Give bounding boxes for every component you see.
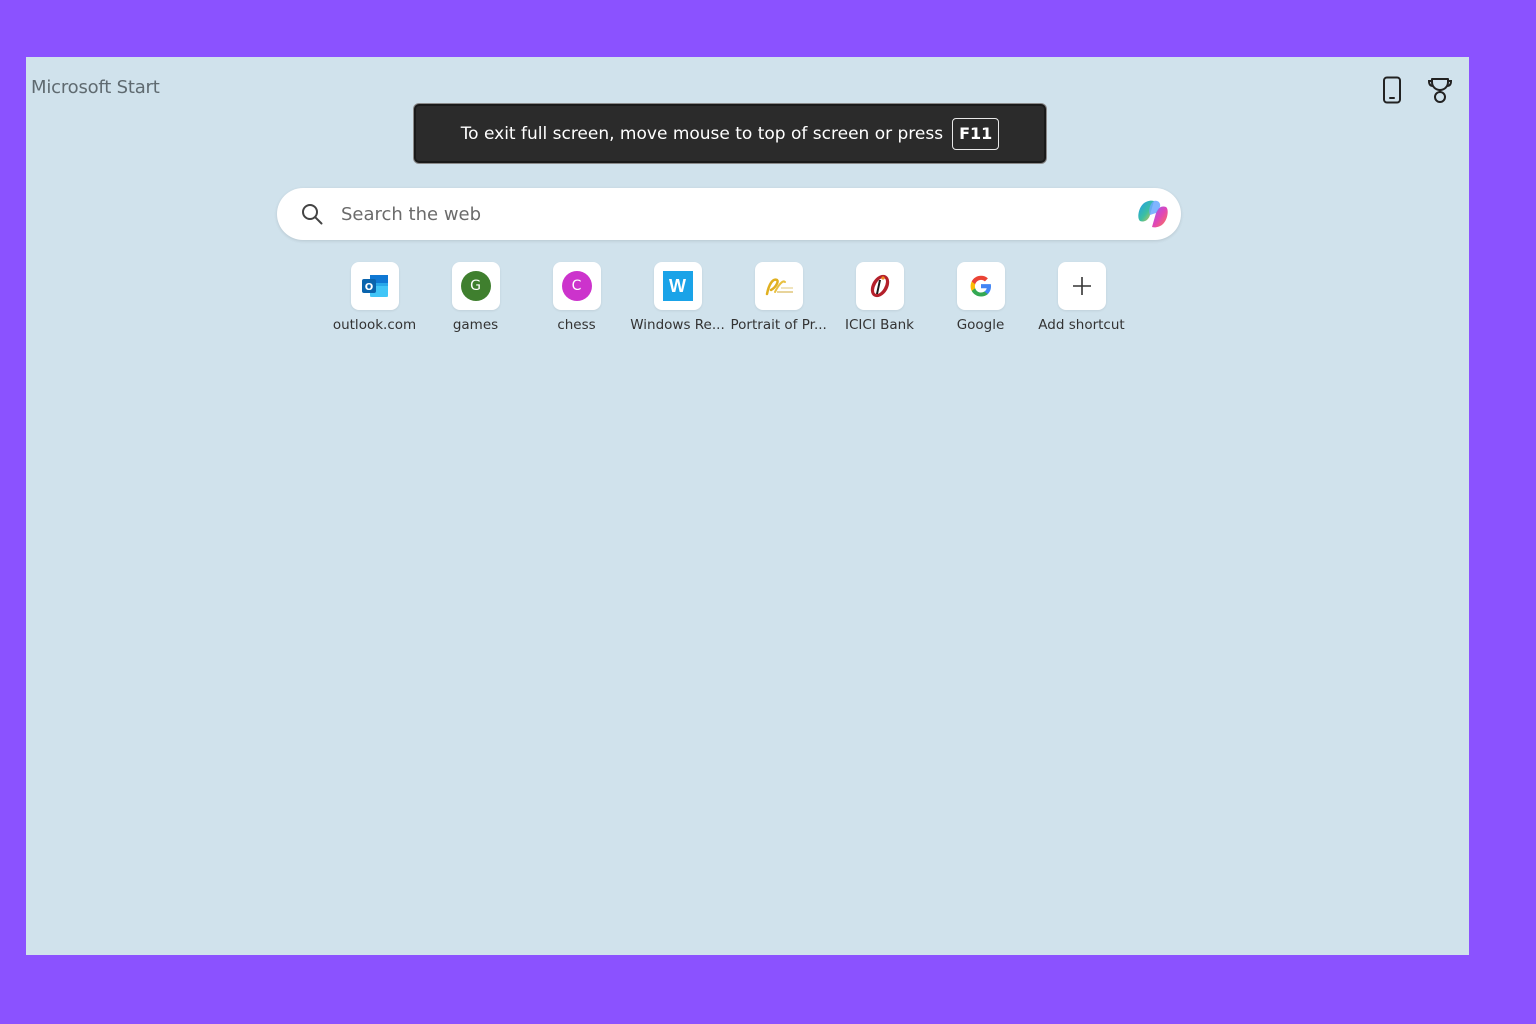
shortcut-google[interactable]: Google xyxy=(930,262,1031,333)
letter-g-icon: G xyxy=(460,271,491,301)
shortcut-label: Add shortcut xyxy=(1038,317,1125,333)
trophy-icon[interactable] xyxy=(1425,75,1455,105)
outlook-icon: O xyxy=(350,262,399,310)
top-right-icons xyxy=(1377,75,1455,105)
icici-bank-icon xyxy=(870,274,889,298)
shortcut-label: Windows Re... xyxy=(630,317,725,333)
letter-c-icon: C xyxy=(561,271,592,301)
shortcut-outlook[interactable]: O outlook.com xyxy=(324,262,425,333)
shortcut-label: Google xyxy=(956,317,1005,333)
search-input[interactable] xyxy=(339,202,1133,226)
brand-title[interactable]: Microsoft Start xyxy=(31,77,160,98)
shortcut-label: ICICI Bank xyxy=(845,317,914,333)
toast-message: To exit full screen, move mouse to top o… xyxy=(460,123,944,144)
plus-icon xyxy=(1072,277,1091,295)
google-icon xyxy=(970,275,991,297)
shortcut-label: chess xyxy=(557,317,596,333)
shortcut-label: Portrait of Pr... xyxy=(730,317,827,333)
shortcut-chess[interactable]: C chess xyxy=(526,262,627,333)
shortcut-windows-report[interactable]: W Windows Re... xyxy=(627,262,728,333)
copilot-icon[interactable] xyxy=(1133,194,1173,234)
shortcut-portrait[interactable]: Portrait of Pr... xyxy=(728,262,829,333)
shortcut-games[interactable]: G games xyxy=(425,262,526,333)
search-bar xyxy=(277,188,1181,240)
browser-new-tab-page: Microsoft Start To exit full screen, mov… xyxy=(26,57,1469,955)
shortcut-label: games xyxy=(452,317,499,333)
f11-key-badge: F11 xyxy=(952,117,1000,150)
shortcut-tiles: O outlook.com G games C chess W Windows … xyxy=(324,262,1132,333)
windows-report-icon: W xyxy=(662,271,693,301)
add-shortcut-button[interactable]: Add shortcut xyxy=(1031,262,1132,333)
search-icon[interactable] xyxy=(299,201,325,227)
fullscreen-exit-toast: To exit full screen, move mouse to top o… xyxy=(414,104,1046,163)
phone-icon[interactable] xyxy=(1377,75,1407,105)
svg-text:O: O xyxy=(364,282,373,293)
portrait-site-icon xyxy=(765,278,793,296)
shortcut-icici-bank[interactable]: ICICI Bank xyxy=(829,262,930,333)
shortcut-label: outlook.com xyxy=(332,317,417,333)
